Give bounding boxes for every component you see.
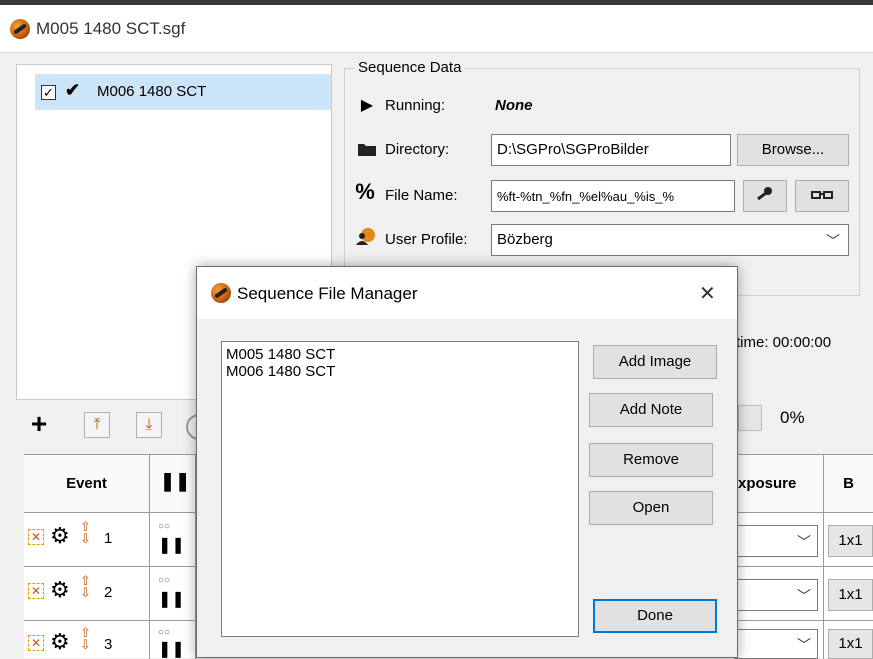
sequence-list-item[interactable]: ✓ ✔ M006 1480 SCT bbox=[35, 74, 331, 110]
window-title: M005 1480 SCT.sgf bbox=[36, 19, 186, 38]
file-list[interactable]: M005 1480 SCT M006 1480 SCT bbox=[221, 341, 579, 637]
event-number: 1 bbox=[104, 530, 113, 547]
exposure-cell: ﹀ bbox=[734, 513, 824, 567]
filename-label: File Name: bbox=[385, 187, 458, 204]
event-header[interactable]: Event bbox=[24, 455, 150, 513]
list-item[interactable]: M005 1480 SCT bbox=[226, 346, 335, 363]
exposure-cell: ﹀ bbox=[734, 621, 824, 659]
pause-cell: ○○ ❚❚ bbox=[150, 513, 196, 567]
binning-button[interactable]: 1x1 bbox=[828, 579, 873, 611]
profile-dropdown[interactable]: Bözberg ﹀ bbox=[491, 224, 849, 256]
close-icon[interactable]: ✕ bbox=[699, 281, 716, 306]
key-button[interactable] bbox=[743, 180, 787, 212]
reorder-icon[interactable]: ⇧ ⇩ bbox=[80, 626, 91, 651]
option-icon[interactable]: ○○ bbox=[158, 575, 170, 586]
sequence-data-label: Sequence Data bbox=[355, 59, 465, 76]
folder-icon bbox=[357, 141, 377, 159]
profile-icon bbox=[355, 227, 375, 245]
app-icon bbox=[10, 19, 30, 39]
exposure-cell: ﹀ bbox=[734, 567, 824, 621]
event-number: 3 bbox=[104, 636, 113, 653]
gear-icon[interactable]: ⚙ bbox=[50, 577, 70, 603]
dialog-title-bar[interactable]: Sequence File Manager ✕ bbox=[197, 267, 737, 319]
dialog-title: Sequence File Manager bbox=[237, 284, 418, 303]
running-label: Running: bbox=[385, 97, 446, 114]
play-icon: ▶ bbox=[360, 97, 374, 114]
progress-percent: 0% bbox=[780, 408, 805, 427]
chevron-down-icon: ﹀ bbox=[797, 588, 811, 604]
chevron-down-icon: ﹀ bbox=[797, 637, 811, 653]
pause-cell: ○○ ❚❚ bbox=[150, 621, 196, 659]
gear-icon[interactable]: ⚙ bbox=[50, 629, 70, 655]
directory-label: Directory: bbox=[385, 141, 450, 158]
pause-icon[interactable]: ❚❚ bbox=[158, 589, 185, 609]
remove-button[interactable]: Remove bbox=[589, 443, 713, 477]
binning-button[interactable]: 1x1 bbox=[828, 629, 873, 659]
disable-icon[interactable]: ✕ bbox=[28, 583, 44, 599]
chevron-down-icon: ﹀ bbox=[826, 233, 840, 249]
check-icon: ✔ bbox=[65, 80, 81, 100]
add-note-button[interactable]: Add Note bbox=[589, 393, 713, 427]
running-value: None bbox=[495, 97, 533, 114]
pause-header[interactable]: ❚❚ bbox=[150, 455, 196, 513]
binning-button[interactable]: 1x1 bbox=[828, 525, 873, 557]
chevron-down-icon: ﹀ bbox=[797, 534, 811, 550]
disable-icon[interactable]: ✕ bbox=[28, 635, 44, 651]
glasses-icon bbox=[811, 187, 833, 204]
pause-icon: ❚❚ bbox=[160, 471, 191, 491]
binning-cell: 1x1 bbox=[824, 513, 873, 567]
done-button[interactable]: Done bbox=[593, 599, 717, 633]
sequence-checkbox[interactable]: ✓ bbox=[41, 85, 56, 100]
filename-field[interactable]: %ft-%tn_%fn_%el%au_%is_% bbox=[491, 180, 735, 212]
event-cell: ✕ ⚙ ⇧ ⇩ 3 bbox=[24, 621, 150, 659]
option-icon[interactable]: ○○ bbox=[158, 627, 170, 638]
open-button[interactable]: Open bbox=[589, 491, 713, 525]
exposure-dropdown[interactable]: ﹀ bbox=[734, 629, 818, 659]
profile-label: User Profile: bbox=[385, 231, 468, 248]
binning-cell: 1x1 bbox=[824, 567, 873, 621]
event-cell: ✕ ⚙ ⇧ ⇩ 2 bbox=[24, 567, 150, 621]
binning-header[interactable]: B bbox=[824, 455, 873, 513]
event-cell: ✕ ⚙ ⇧ ⇩ 1 bbox=[24, 513, 150, 567]
reorder-icon[interactable]: ⇧ ⇩ bbox=[80, 520, 91, 545]
option-icon[interactable]: ○○ bbox=[158, 521, 170, 532]
key-icon bbox=[756, 187, 774, 204]
profile-value: Bözberg bbox=[497, 231, 553, 248]
sequence-data-group: Sequence Data ▶ Running: None Directory:… bbox=[344, 59, 860, 296]
add-image-button[interactable]: Add Image bbox=[593, 345, 717, 379]
move-bottom-icon[interactable]: ⤓ bbox=[136, 412, 162, 438]
elapsed-time: time: 00:00:00 bbox=[736, 334, 832, 351]
pause-icon[interactable]: ❚❚ bbox=[158, 639, 185, 659]
move-top-icon[interactable]: ⤒ bbox=[84, 412, 110, 438]
reorder-icon[interactable]: ⇧ ⇩ bbox=[80, 574, 91, 599]
exposure-dropdown[interactable]: ﹀ bbox=[734, 579, 818, 611]
sequence-item-label: M006 1480 SCT bbox=[97, 83, 207, 100]
binning-cell: 1x1 bbox=[824, 621, 873, 659]
event-number: 2 bbox=[104, 584, 113, 601]
disable-icon[interactable]: ✕ bbox=[28, 529, 44, 545]
exposure-header[interactable]: xposure bbox=[738, 455, 824, 513]
main-title-bar: M005 1480 SCT.sgf bbox=[0, 5, 873, 53]
pause-icon[interactable]: ❚❚ bbox=[158, 535, 185, 555]
sequence-file-manager-dialog: Sequence File Manager ✕ M005 1480 SCT M0… bbox=[196, 266, 738, 658]
exposure-dropdown[interactable]: ﹀ bbox=[734, 525, 818, 557]
pause-cell: ○○ ❚❚ bbox=[150, 567, 196, 621]
add-icon[interactable]: + bbox=[26, 410, 52, 438]
percent-icon: % bbox=[355, 179, 375, 204]
app-icon bbox=[211, 283, 231, 303]
browse-button[interactable]: Browse... bbox=[737, 134, 849, 166]
list-item[interactable]: M006 1480 SCT bbox=[226, 363, 335, 380]
directory-field[interactable]: D:\SGPro\SGProBilder bbox=[491, 134, 731, 166]
sequence-progress-bar bbox=[738, 405, 762, 431]
gear-icon[interactable]: ⚙ bbox=[50, 523, 70, 549]
preview-button[interactable] bbox=[795, 180, 849, 212]
